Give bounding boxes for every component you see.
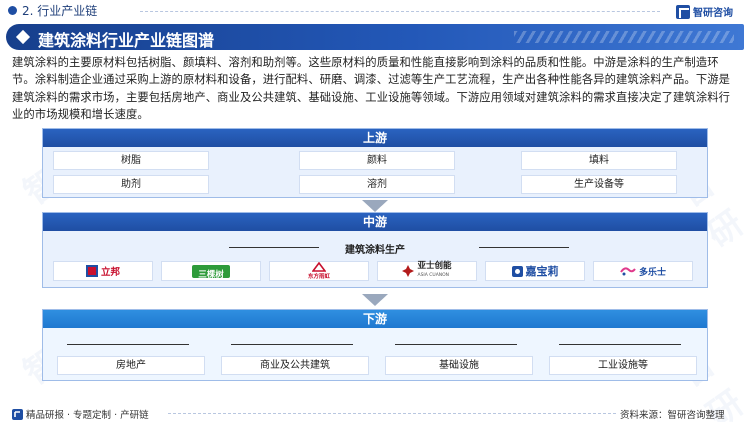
brand-small-icon: [12, 408, 23, 420]
downstream-line: [395, 344, 517, 345]
upstream-header: 上游: [43, 129, 707, 147]
downstream-item: 商业及公共建筑: [221, 356, 369, 375]
footer-tagline: 精品研报 · 专题定制 · 产研链: [26, 410, 149, 421]
upstream-item: 溶剂: [299, 175, 455, 194]
diamond-icon: [15, 29, 31, 45]
upstream-item: 颜料: [299, 151, 455, 170]
downstream-item: 工业设施等: [549, 356, 697, 375]
brand-name: 三棵树: [198, 269, 224, 280]
downstream-item: 基础设施: [385, 356, 533, 375]
brand-card-dulux: 多乐士: [593, 261, 693, 281]
description-paragraph: 建筑涂料的主要原材料包括树脂、颜填料、溶剂和助剂等。这些原材料的质量和性能直接影…: [12, 56, 731, 122]
footer-source: 资料来源：智研咨询整理: [620, 410, 725, 421]
decorative-stripes: [514, 31, 734, 43]
brand-name: 多乐士: [638, 267, 666, 278]
section-bullet-icon: [8, 6, 17, 15]
top-bar: 2. 行业产业链 智研咨询: [0, 0, 750, 22]
upstream-item: 填料: [521, 151, 677, 170]
downstream-header: 下游: [43, 310, 707, 328]
brand-card-nippon: 立邦: [53, 261, 153, 281]
brand-name: 嘉宝莉: [525, 265, 559, 278]
footer-left: 精品研报 · 专题定制 · 产研链: [12, 407, 149, 421]
brand-name: 东方雨虹: [307, 274, 330, 280]
brand-logo: 智研咨询: [676, 4, 733, 19]
brand-name: 亚士创能: [417, 261, 452, 271]
nippon-logo-icon: [85, 265, 98, 277]
sublabel-line-right: [479, 247, 569, 248]
footer-divider: [168, 413, 616, 414]
downstream-line: [231, 344, 353, 345]
title-band: 建筑涂料行业产业链图谱: [6, 24, 744, 50]
down-arrow-icon: [362, 294, 388, 306]
brand-name: 智研咨询: [693, 8, 733, 19]
down-arrow-icon: [362, 200, 388, 212]
page-title: 建筑涂料行业产业链图谱: [38, 31, 215, 50]
upstream-panel: 上游 树脂 颜料 填料 助剂 溶剂 生产设备等: [42, 128, 708, 198]
downstream-item: 房地产: [57, 356, 205, 375]
downstream-line: [559, 344, 681, 345]
brand-subname: ASIA CUANON: [417, 273, 450, 278]
midstream-sublabel: 建筑涂料生产: [345, 245, 405, 256]
upstream-item: 树脂: [53, 151, 209, 170]
midstream-header: 中游: [43, 213, 707, 231]
downstream-line: [67, 344, 189, 345]
dulux-logo-icon: [620, 267, 636, 276]
brand-card-asia-cuanon: 亚士创能 ASIA CUANON: [377, 261, 477, 281]
midstream-panel: 中游 建筑涂料生产 立邦 三棵树 东方雨虹 亚士创能 ASIA CUANON 嘉…: [42, 212, 708, 288]
brand-card-carpoly: 嘉宝莉: [485, 261, 585, 281]
skshu-logo-icon: 三棵树: [192, 264, 230, 280]
downstream-panel: 下游 房地产 商业及公共建筑 基础设施 工业设施等: [42, 309, 708, 381]
asia-cuanon-logo-icon: [402, 265, 415, 277]
upstream-item: 助剂: [53, 175, 209, 194]
brand-card-oriental-yuhong: 东方雨虹: [269, 261, 369, 281]
oriental-yuhong-logo-icon: [312, 262, 326, 272]
upstream-item: 生产设备等: [521, 175, 677, 194]
brand-logo-icon: [676, 4, 690, 19]
top-divider: [140, 11, 660, 12]
brand-card-skshu: 三棵树: [161, 261, 261, 281]
footer: 精品研报 · 专题定制 · 产研链 资料来源：智研咨询整理: [0, 404, 750, 422]
carpoly-logo-icon: [511, 265, 523, 277]
brand-name: 立邦: [100, 267, 120, 278]
section-title: 2. 行业产业链: [22, 4, 98, 18]
